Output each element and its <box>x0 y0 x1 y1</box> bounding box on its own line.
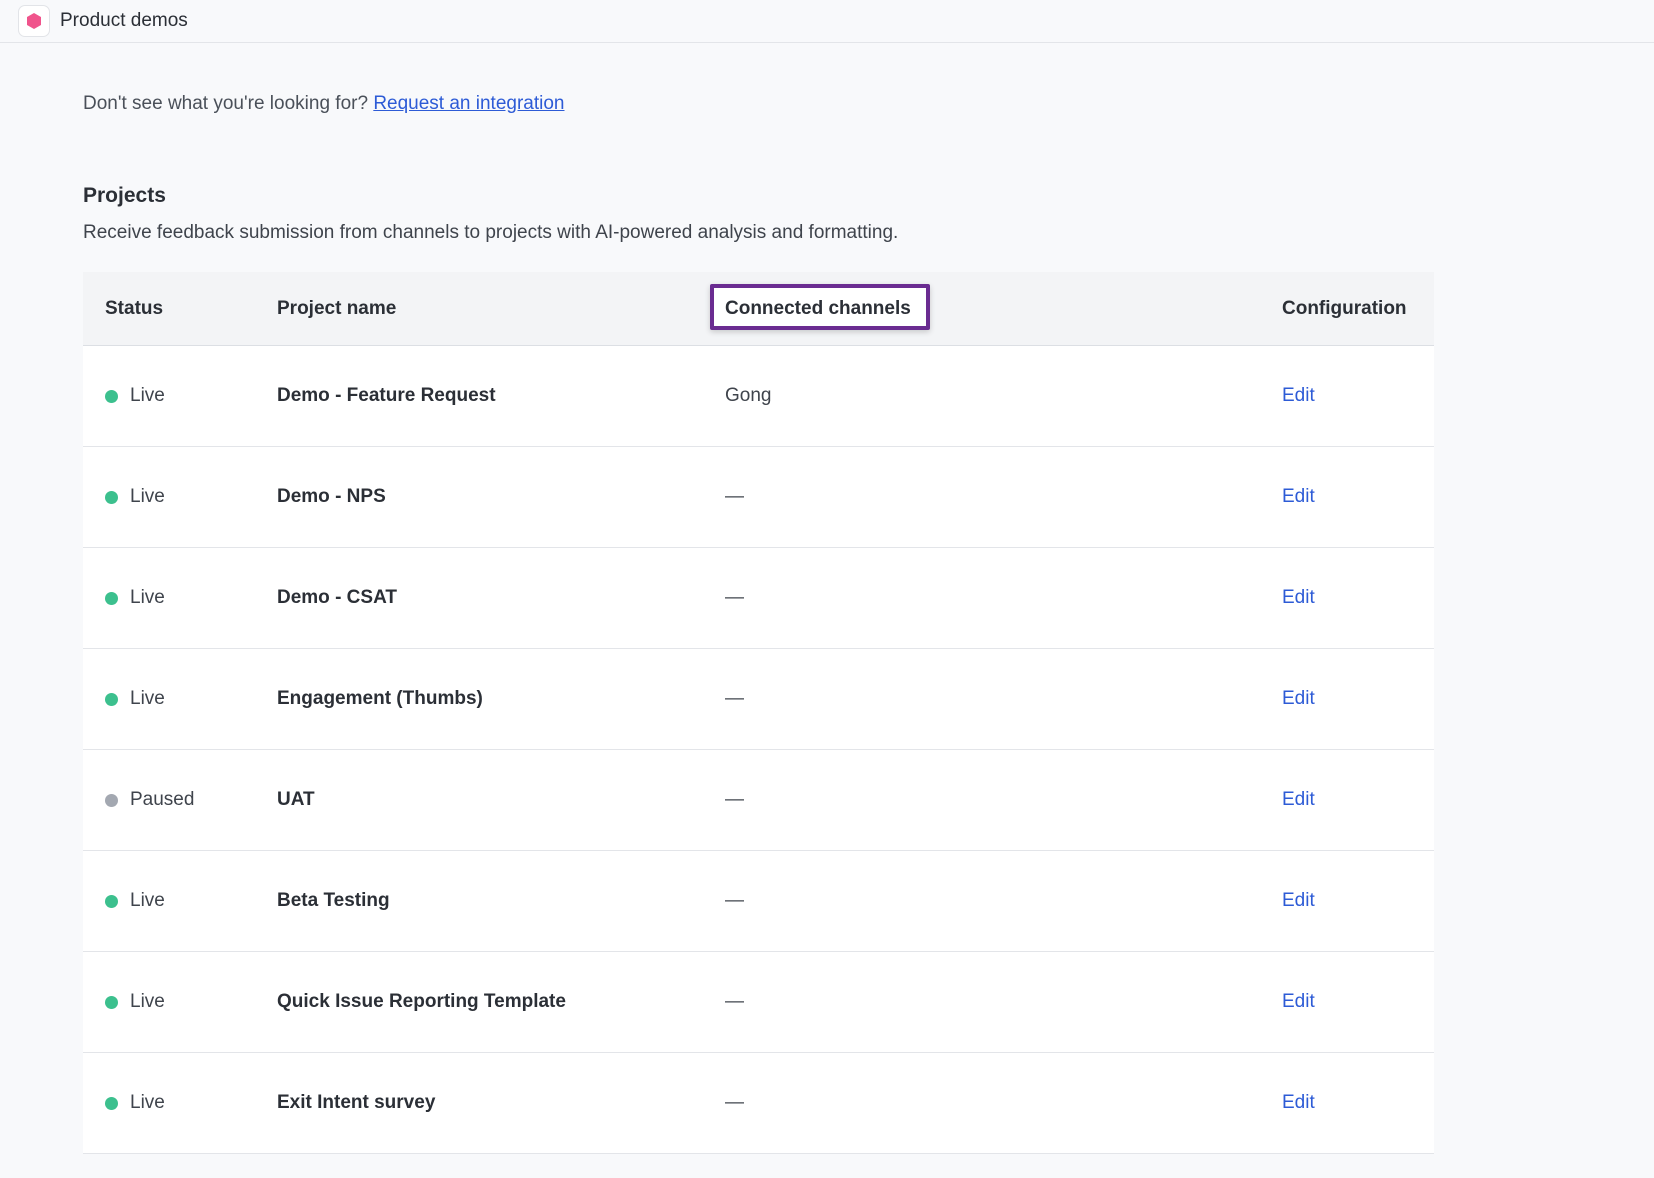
project-name: Demo - NPS <box>277 486 386 507</box>
edit-link[interactable]: Edit <box>1282 486 1315 508</box>
app-logo[interactable] <box>18 5 50 37</box>
edit-link[interactable]: Edit <box>1282 1092 1315 1114</box>
table-row[interactable]: Live Beta Testing — Edit <box>83 851 1434 952</box>
status-dot-icon <box>105 591 118 605</box>
projects-heading: Projects <box>83 184 166 207</box>
table-row[interactable]: Live Quick Issue Reporting Template — Edit <box>83 952 1434 1053</box>
status-dot-icon <box>105 389 118 403</box>
status-cell: Live <box>105 991 165 1013</box>
table-header: Status Project name Connected channels C… <box>83 272 1434 346</box>
project-name: Engagement (Thumbs) <box>277 688 483 709</box>
connected-channels: — <box>725 789 744 810</box>
status-cell: Live <box>105 385 165 407</box>
edit-link[interactable]: Edit <box>1282 385 1315 407</box>
status-cell: Live <box>105 688 165 710</box>
project-name: Demo - CSAT <box>277 587 397 608</box>
status-label: Live <box>130 890 165 911</box>
table-row[interactable]: Live Engagement (Thumbs) — Edit <box>83 649 1434 750</box>
status-dot-icon <box>105 692 118 706</box>
status-label: Paused <box>130 789 195 810</box>
projects-description: Receive feedback submission from channel… <box>83 222 899 243</box>
status-dot-icon <box>105 995 118 1009</box>
workspace-title: Product demos <box>60 10 188 31</box>
header-project-name[interactable]: Project name <box>277 298 396 320</box>
edit-link[interactable]: Edit <box>1282 688 1315 710</box>
edit-link[interactable]: Edit <box>1282 789 1315 811</box>
status-cell: Paused <box>105 789 194 811</box>
status-cell: Live <box>105 890 165 912</box>
status-cell: Live <box>105 486 165 508</box>
project-name: Beta Testing <box>277 890 390 911</box>
table-body: Live Demo - Feature Request Gong Edit Live De… <box>83 346 1434 1154</box>
header-status[interactable]: Status <box>105 298 163 320</box>
project-name: Quick Issue Reporting Template <box>277 991 566 1012</box>
status-label: Live <box>130 991 165 1012</box>
connected-channels: — <box>725 486 744 507</box>
table-row[interactable]: Live Demo - Feature Request Gong Edit <box>83 346 1434 447</box>
status-label: Live <box>130 688 165 709</box>
status-label: Live <box>130 587 165 608</box>
main-content: Don't see what you're looking for? Reque… <box>0 93 1654 1154</box>
header-connected-channels[interactable]: Connected channels <box>725 298 911 320</box>
connected-channels: — <box>725 688 744 709</box>
status-cell: Live <box>105 587 165 609</box>
request-integration-link[interactable]: Request an integration <box>373 93 564 114</box>
edit-link[interactable]: Edit <box>1282 587 1315 609</box>
edit-link[interactable]: Edit <box>1282 991 1315 1013</box>
status-label: Live <box>130 385 165 406</box>
connected-channels: Gong <box>725 385 772 406</box>
status-dot-icon <box>105 490 118 504</box>
table-row[interactable]: Paused UAT — Edit <box>83 750 1434 851</box>
table-row[interactable]: Live Exit Intent survey — Edit <box>83 1053 1434 1154</box>
status-cell: Live <box>105 1092 165 1114</box>
status-label: Live <box>130 1092 165 1113</box>
project-name: Demo - Feature Request <box>277 385 496 406</box>
connected-channels: — <box>725 1092 744 1113</box>
top-bar: Product demos <box>0 0 1654 43</box>
projects-table: Status Project name Connected channels C… <box>83 272 1434 1154</box>
status-dot-icon <box>105 894 118 908</box>
connected-channels: — <box>725 991 744 1012</box>
project-name: UAT <box>277 789 315 810</box>
status-dot-icon <box>105 1096 118 1110</box>
header-configuration[interactable]: Configuration <box>1282 298 1407 320</box>
table-row[interactable]: Live Demo - CSAT — Edit <box>83 548 1434 649</box>
table-row[interactable]: Live Demo - NPS — Edit <box>83 447 1434 548</box>
status-dot-icon <box>105 793 118 807</box>
request-prompt: Don't see what you're looking for? <box>83 93 369 114</box>
status-label: Live <box>130 486 165 507</box>
hexagon-logo-icon <box>27 13 41 29</box>
connected-channels: — <box>725 587 744 608</box>
project-name: Exit Intent survey <box>277 1092 436 1113</box>
connected-channels: — <box>725 890 744 911</box>
request-integration-line: Don't see what you're looking for? Reque… <box>83 93 1654 115</box>
edit-link[interactable]: Edit <box>1282 890 1315 912</box>
